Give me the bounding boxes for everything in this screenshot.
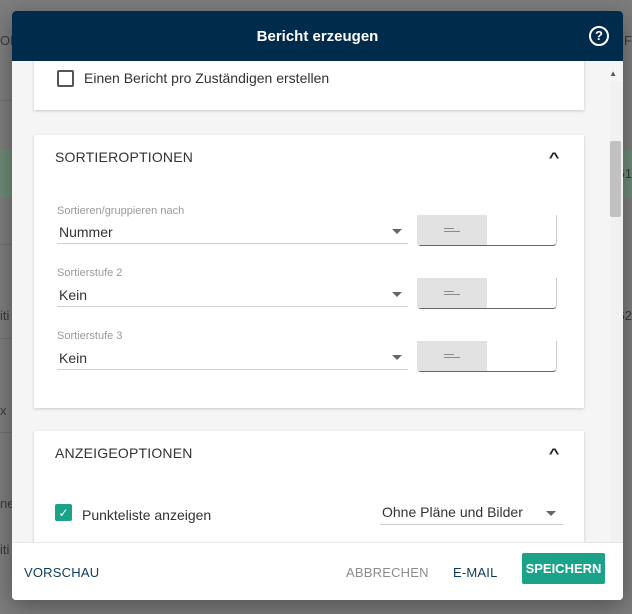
per-responsible-checkbox[interactable] <box>57 70 74 87</box>
help-icon[interactable]: ? <box>589 26 609 46</box>
sort-direction-toggle-3[interactable] <box>417 341 557 372</box>
plans-images-select[interactable]: Ohne Pläne und Bilder <box>382 504 523 520</box>
dropdown-arrow-icon[interactable] <box>392 292 402 297</box>
bg-divider <box>0 338 12 339</box>
sort-ascending-button[interactable] <box>417 215 487 245</box>
scrollbar-thumb[interactable] <box>610 141 621 217</box>
display-options-title: ANZEIGEOPTIONEN <box>55 445 193 461</box>
dialog-title: Bericht erzeugen <box>256 28 379 45</box>
sort-level-1-select[interactable]: Nummer <box>59 224 113 240</box>
dialog-header: Bericht erzeugen ? <box>12 11 623 61</box>
point-list-checkbox[interactable]: ✓ <box>55 504 72 521</box>
sort-options-title: SORTIEROPTIONEN <box>55 149 194 165</box>
sort-level-3-select[interactable]: Kein <box>59 350 87 366</box>
sort-ascending-button[interactable] <box>417 278 487 308</box>
sort-direction-toggle-2[interactable] <box>417 278 557 309</box>
bg-fragment: iti <box>0 308 10 323</box>
dropdown-arrow-icon[interactable] <box>392 355 402 360</box>
sort-level-1-label: Sortieren/gruppieren nach <box>57 205 185 217</box>
bg-fragment: iti <box>0 542 10 557</box>
per-responsible-label: Einen Bericht pro Zuständigen erstellen <box>84 70 330 86</box>
responsible-card: Einen Bericht pro Zuständigen erstellen <box>34 61 584 110</box>
scroll-up-arrow-icon[interactable]: ▲ <box>609 69 617 78</box>
bg-divider <box>0 432 12 433</box>
sort-lines-icon <box>444 291 460 297</box>
dropdown-arrow-icon[interactable] <box>546 511 556 516</box>
select-underline <box>57 243 408 244</box>
collapse-chevron-up-icon[interactable]: ^ <box>549 149 560 165</box>
collapse-chevron-up-icon[interactable]: ^ <box>549 445 560 461</box>
sort-ascending-button[interactable] <box>417 341 487 371</box>
select-underline <box>57 306 408 307</box>
save-button[interactable]: SPEICHERN <box>522 553 605 584</box>
sort-direction-toggle-1[interactable] <box>417 215 557 246</box>
sort-options-card: SORTIEROPTIONEN ^ Sortieren/gruppieren n… <box>34 135 584 408</box>
sort-level-3-label: Sortierstufe 3 <box>57 330 123 342</box>
cancel-button[interactable]: ABBRECHEN <box>346 565 429 580</box>
select-underline <box>57 369 408 370</box>
dialog-body: ▲ Einen Bericht pro Zuständigen erstelle… <box>12 61 623 542</box>
sort-level-2-select[interactable]: Kein <box>59 287 87 303</box>
display-options-card: ANZEIGEOPTIONEN ^ ✓ Punkteliste anzeigen… <box>34 431 584 542</box>
dialog-footer: VORSCHAU ABBRECHEN E-MAIL SPEICHERN <box>12 542 623 600</box>
point-list-label: Punkteliste anzeigen <box>82 507 212 523</box>
bg-row-highlight <box>0 150 12 198</box>
bg-divider <box>0 244 12 245</box>
sort-lines-icon <box>444 228 460 234</box>
preview-button[interactable]: VORSCHAU <box>24 565 99 580</box>
email-button[interactable]: E-MAIL <box>453 565 498 580</box>
select-underline <box>380 524 563 525</box>
dropdown-arrow-icon[interactable] <box>392 229 402 234</box>
bg-divider <box>0 100 12 101</box>
bg-fragment: F <box>624 33 632 48</box>
sort-level-2-label: Sortierstufe 2 <box>57 267 123 279</box>
sort-lines-icon <box>444 354 460 360</box>
bg-fragment: x <box>0 403 7 418</box>
report-dialog: Bericht erzeugen ? ▲ Einen Bericht pro Z… <box>12 11 623 600</box>
